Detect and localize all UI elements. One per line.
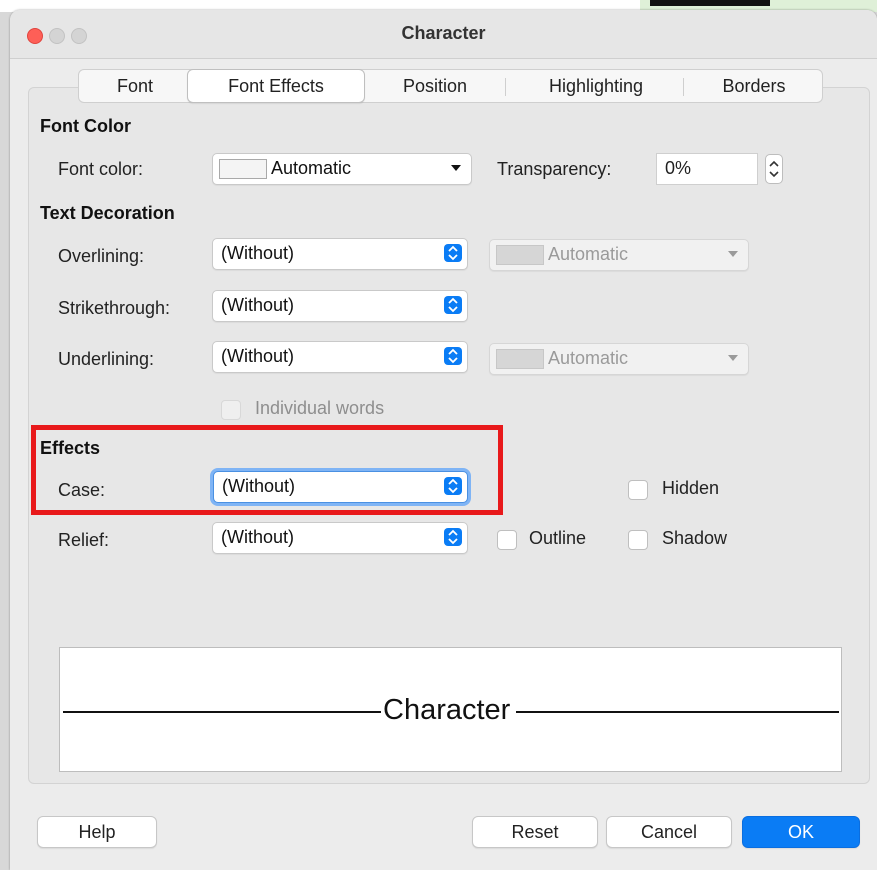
window-title: Character [401,23,486,43]
strikethrough-value: (Without) [221,295,295,315]
underlining-color-value: Automatic [548,348,629,368]
font-color-heading: Font Color [40,116,131,136]
overlining-label: Overlining: [58,246,145,266]
background-text-fragment [650,0,770,6]
tab-position[interactable]: Position [369,70,501,102]
individual-words-checkbox [221,400,241,420]
hidden-checkbox[interactable] [628,480,648,500]
chevron-down-icon [451,165,461,171]
outline-label: Outline [529,528,587,548]
color-swatch [496,245,544,265]
tab-separator [683,78,684,96]
tab-bar: Font Font Effects Position Highlighting … [78,69,823,103]
tab-separator [505,78,506,96]
color-swatch [219,159,267,179]
outline-checkbox[interactable] [497,530,517,550]
popup-arrows-icon [444,528,462,546]
help-button[interactable]: Help [37,816,157,848]
tab-font[interactable]: Font [89,70,181,102]
overlining-color-value: Automatic [548,244,629,264]
preview-text: Character [383,694,511,726]
annotation-highlight-box [31,425,503,515]
color-swatch [496,349,544,369]
popup-arrows-icon [444,347,462,365]
title-bar: Character [10,10,877,59]
transparency-stepper[interactable] [765,154,783,184]
relief-select[interactable]: (Without) [212,522,468,554]
character-dialog: Character Font Font Effects Position Hig… [10,10,877,870]
underlining-color-dropdown: Automatic [489,343,749,375]
font-color-label: Font color: [58,159,144,179]
transparency-label: Transparency: [497,159,612,179]
chevron-down-icon [728,251,738,257]
popup-arrows-icon [444,244,462,262]
font-color-value: Automatic [271,158,352,178]
underlining-value: (Without) [221,346,295,366]
strikethrough-select[interactable]: (Without) [212,290,468,322]
transparency-field[interactable]: 0% [656,153,758,185]
transparency-value: 0% [665,158,692,178]
shadow-label: Shadow [662,528,728,548]
overlining-select[interactable]: (Without) [212,238,468,270]
stepper-arrows-icon [769,160,779,178]
underlining-select[interactable]: (Without) [212,341,468,373]
text-decoration-heading: Text Decoration [40,203,175,223]
individual-words-label: Individual words [255,398,385,418]
cancel-button[interactable]: Cancel [606,816,732,848]
hidden-label: Hidden [662,478,720,498]
ok-button[interactable]: OK [742,816,860,848]
chevron-down-icon [728,355,738,361]
relief-value: (Without) [221,527,295,547]
shadow-checkbox[interactable] [628,530,648,550]
underlining-label: Underlining: [58,349,155,369]
reset-button[interactable]: Reset [472,816,598,848]
relief-label: Relief: [58,530,110,550]
tab-font-effects[interactable]: Font Effects [187,69,365,103]
strikethrough-label: Strikethrough: [58,298,171,318]
tab-highlighting[interactable]: Highlighting [511,70,681,102]
overlining-color-dropdown: Automatic [489,239,749,271]
tab-borders[interactable]: Borders [687,70,821,102]
popup-arrows-icon [444,296,462,314]
overlining-value: (Without) [221,243,295,263]
preview-baseline-right [516,711,839,713]
font-color-dropdown[interactable]: Automatic [212,153,472,185]
preview-baseline-left [63,711,381,713]
preview-area: Character [59,647,842,772]
